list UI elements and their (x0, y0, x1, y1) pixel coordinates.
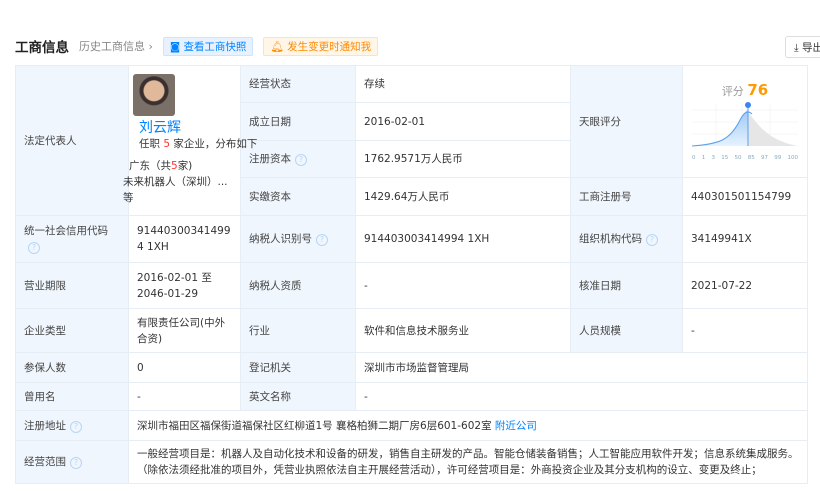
section-header: 工商信息 历史工商信息 › ◙ 查看工商快照 🔔︎ 发生变更时通知我 (15, 36, 379, 56)
term-label: 营业期限 (15, 262, 129, 309)
help-icon[interactable]: ? (295, 154, 307, 166)
former-label: 曾用名 (15, 382, 129, 411)
export-button[interactable]: ⤓ 导出 (785, 36, 820, 58)
score-curve (691, 101, 798, 146)
score-value: 76 (747, 80, 769, 99)
help-icon[interactable]: ? (316, 234, 328, 246)
rep-label: 法定代表人 (15, 65, 129, 216)
orgcode-label: 组织机构代码? (570, 215, 683, 263)
business-info-table: 法定代表人 刘云辉 任职 5 家企业，分布如下 广东（共5家) 未来机器人（深圳… (15, 65, 808, 484)
scope-value: 一般经营项目是：机器人及自动化技术和设备的研发，销售自主研发的产品。智能仓储装备… (128, 440, 808, 484)
avatar[interactable] (133, 74, 175, 116)
insured-value: 0 (128, 352, 241, 383)
english-label: 英文名称 (240, 382, 356, 411)
nearby-link[interactable]: 附近公司 (495, 420, 537, 432)
authority-label: 登记机关 (240, 352, 356, 383)
help-icon[interactable]: ? (70, 457, 82, 469)
orgcode-value: 34149941X (682, 215, 808, 263)
rep-etc: 等 (123, 192, 134, 204)
rep-name[interactable]: 刘云辉 (139, 120, 240, 136)
rep-posts: 任职 5 家企业，分布如下 (139, 138, 258, 150)
status-value: 存续 (355, 65, 571, 103)
taxq-label: 纳税人资质 (240, 262, 356, 309)
regno-value: 440301501154799 (682, 177, 808, 216)
rep-cell: 刘云辉 任职 5 家企业，分布如下 广东（共5家) 未来机器人（深圳）... 等 (123, 65, 258, 216)
industry-label: 行业 (240, 308, 356, 353)
score-label: 天眼评分 (570, 65, 683, 178)
address-label: 注册地址? (15, 410, 129, 441)
insured-label: 参保人数 (15, 352, 129, 383)
staff-value: - (682, 308, 808, 353)
credit-value: 914403003414994 1XH (128, 215, 241, 263)
export-label: 导出 (801, 42, 820, 54)
help-icon[interactable]: ? (646, 234, 658, 246)
paidcap-value: 1429.64万人民币 (355, 177, 571, 216)
authority-value: 深圳市市场监督管理局 (355, 352, 808, 383)
download-icon: ⤓ (794, 42, 802, 54)
snapshot-label: 查看工商快照 (183, 40, 247, 53)
type-label: 企业类型 (15, 308, 129, 353)
score-prefix: 评分 (721, 84, 744, 98)
approve-label: 核准日期 (570, 262, 683, 309)
founded-label: 成立日期 (240, 102, 356, 141)
help-icon[interactable]: ? (28, 242, 40, 254)
regcap-label: 注册资本? (240, 140, 356, 178)
founded-value: 2016-02-01 (355, 102, 571, 141)
bell-icon: 🔔︎ (270, 40, 288, 53)
notify-button[interactable]: 🔔︎ 发生变更时通知我 (263, 36, 379, 56)
industry-value: 软件和信息技术服务业 (355, 308, 571, 353)
regcap-value: 1762.9571万人民币 (355, 140, 571, 178)
paidcap-label: 实缴资本 (240, 177, 356, 216)
english-value: - (355, 382, 808, 411)
notify-label: 发生变更时通知我 (287, 40, 372, 53)
help-icon[interactable]: ? (70, 420, 82, 433)
history-link[interactable]: 历史工商信息 › (79, 38, 153, 54)
taxid-label: 纳税人识别号? (240, 215, 356, 263)
credit-label: 统一社会信用代码? (15, 215, 129, 263)
score-ticks: 0 1 3 15 50 85 97 99 100 (692, 154, 798, 161)
address-value: 深圳市福田区福保街道福保社区红柳道1号 襄格柏狮二期厂房6层601-602室 附… (128, 410, 808, 441)
staff-label: 人员规模 (570, 308, 683, 353)
section-title: 工商信息 (15, 40, 69, 56)
former-value: - (128, 382, 241, 411)
approve-value: 2021-07-22 (682, 262, 808, 309)
score-cell[interactable]: 评分 76 0 1 3 15 50 85 97 99 100 (682, 65, 808, 178)
type-value: 有限责任公司(中外合资) (128, 308, 241, 353)
rep-region[interactable]: 广东（共5家) (129, 158, 240, 174)
taxq-value: - (355, 262, 571, 309)
scope-label: 经营范围? (15, 440, 129, 484)
term-value: 2016-02-01 至 2046-01-29 (128, 262, 241, 309)
rep-company[interactable]: 未来机器人（深圳）... (123, 174, 240, 190)
status-label: 经营状态 (240, 65, 356, 103)
taxid-value: 914403003414994 1XH (355, 215, 571, 263)
camera-icon: ◙ (169, 40, 184, 53)
snapshot-button[interactable]: ◙ 查看工商快照 (162, 36, 254, 56)
regno-label: 工商注册号 (570, 177, 683, 216)
